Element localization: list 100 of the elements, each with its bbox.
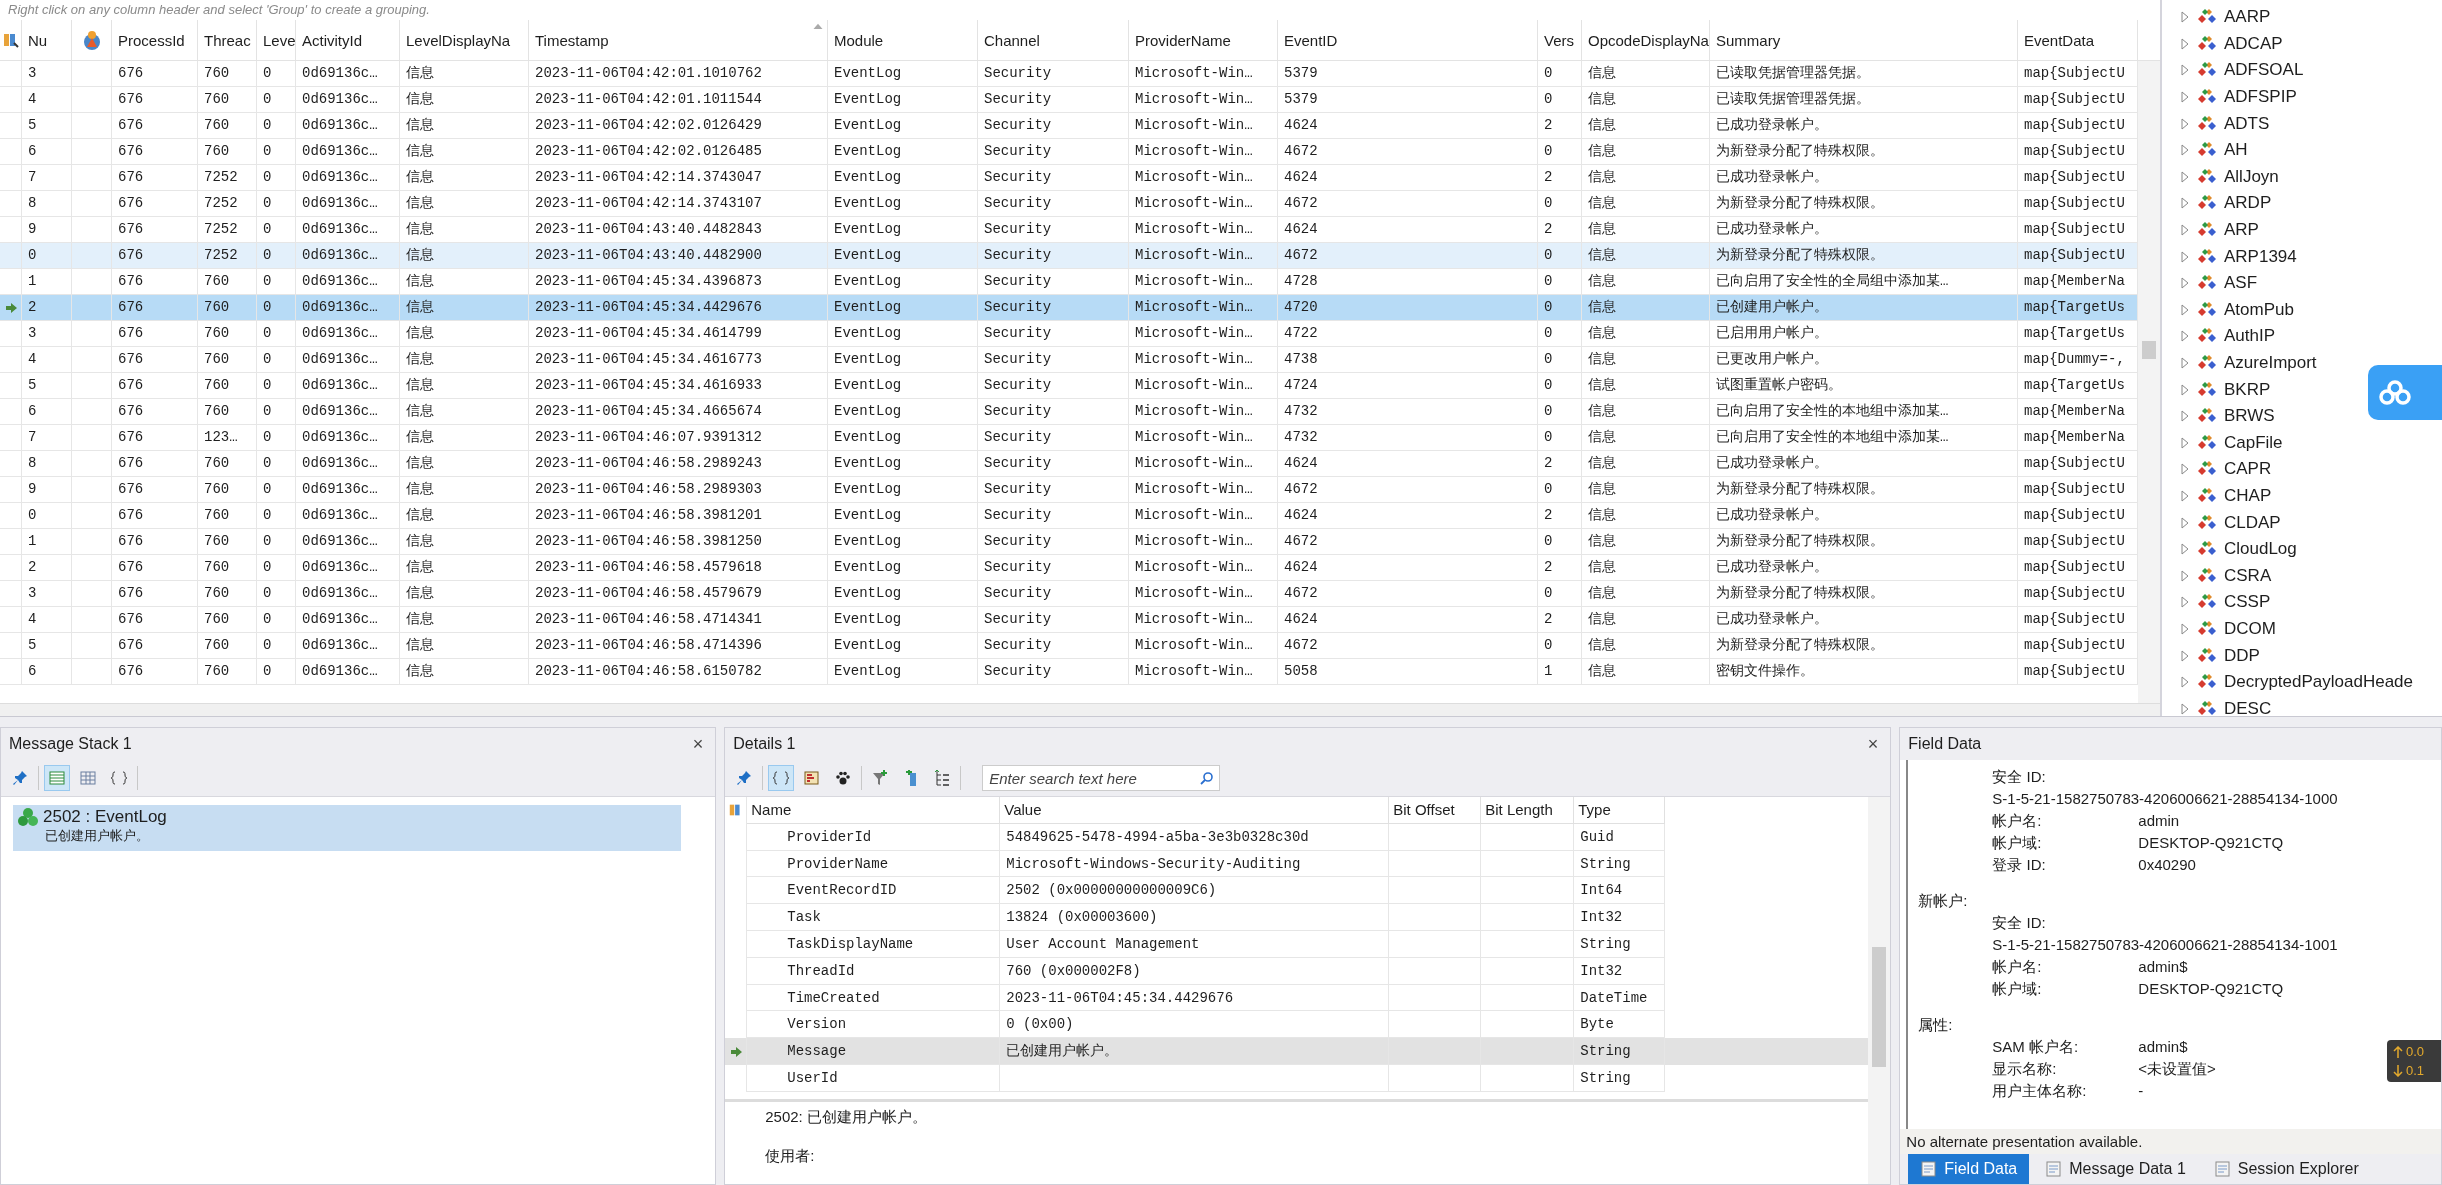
- expander-icon: [2180, 91, 2190, 104]
- column-header[interactable]: ActivityId: [296, 20, 400, 60]
- tree-item[interactable]: CHAP: [2180, 482, 2442, 510]
- tree-item[interactable]: CSRA: [2180, 562, 2442, 590]
- tree-item[interactable]: DESC: [2180, 695, 2442, 716]
- tree-item[interactable]: ADCAP: [2180, 30, 2442, 58]
- event-row[interactable]: 1 676 760 0 0d69136c… 信息 2023-11-06T04:46:58.3981250 EventLog Security Microsoft-Win… 4672 0 信息 为新登录分配了特殊权限。 map{SubjectU: [0, 529, 2138, 555]
- event-row[interactable]: 2 676 760 0 0d69136c… 信息 2023-11-06T04:46:58.4579618 EventLog Security Microsoft-Win… 4624 2 信息 已成功登录帐户。 map{SubjectU: [0, 555, 2138, 581]
- event-row[interactable]: 1 676 760 0 0d69136c… 信息 2023-11-06T04:45:34.4396873 EventLog Security Microsoft-Win… 4728 0 信息 已向启用了安全性的全局组中添加某… map{MemberNa: [0, 269, 2138, 295]
- column-header[interactable]: EventData: [2018, 20, 2138, 60]
- message-stack-item[interactable]: 2502 : EventLog 已创建用户帐户。: [13, 805, 681, 851]
- event-row[interactable]: 8 676 7252 0 0d69136c… 信息 2023-11-06T04:42:14.3743107 EventLog Security Microsoft-Win… 4672 0 信息 为新登录分配了特殊权限。 map{SubjectU: [0, 191, 2138, 217]
- column-header[interactable]: OpcodeDisplayNa: [1582, 20, 1710, 60]
- detail-row[interactable]: TaskDisplayName User Account Management String: [725, 931, 1869, 958]
- panel-tab[interactable]: Field Data: [1908, 1154, 2030, 1184]
- tree-item[interactable]: AuthIP: [2180, 323, 2442, 350]
- column-header[interactable]: Type: [1574, 797, 1666, 824]
- panel-tab[interactable]: Session Explorer: [2201, 1154, 2371, 1184]
- tree-item[interactable]: DDP: [2180, 642, 2442, 669]
- tree-item[interactable]: CapFile: [2180, 429, 2442, 457]
- table-cell: Message: [747, 1038, 1001, 1065]
- tree-item[interactable]: ARP: [2180, 216, 2442, 244]
- event-row[interactable]: 0 676 760 0 0d69136c… 信息 2023-11-06T04:46:58.3981201 EventLog Security Microsoft-Win… 4624 2 信息 已成功登录帐户。 map{SubjectU: [0, 503, 2138, 529]
- tree-item[interactable]: BKRP: [2180, 376, 2442, 403]
- event-row[interactable]: 5 676 760 0 0d69136c… 信息 2023-11-06T04:45:34.4616933 EventLog Security Microsoft-Win… 4724 0 信息 试图重置帐户密码。 map{TargetUs: [0, 373, 2138, 399]
- detail-row[interactable]: Task 13824 (0x00003600) Int32: [725, 904, 1869, 931]
- detail-row[interactable]: UserId String: [725, 1064, 1869, 1092]
- field-value: -: [2138, 1081, 2144, 1101]
- event-row[interactable]: 5 676 760 0 0d69136c… 信息 2023-11-06T04:46:58.4714396 EventLog Security Microsoft-Win… 4672 0 信息 为新登录分配了特殊权限。 map{SubjectU: [0, 633, 2138, 659]
- detail-row[interactable]: ThreadId 760 (0x000002F8) Int32: [725, 957, 1869, 985]
- event-row[interactable]: 5 676 760 0 0d69136c… 信息 2023-11-06T04:42:02.0126429 EventLog Security Microsoft-Win… 4624 2 信息 已成功登录帐户。 map{SubjectU: [0, 113, 2138, 139]
- tree-item[interactable]: DecryptedPayloadHeade: [2180, 668, 2442, 696]
- column-header[interactable]: Nu: [22, 20, 72, 60]
- column-header[interactable]: LevelDisplayNa: [400, 20, 529, 60]
- column-header[interactable]: Module: [828, 20, 978, 60]
- tree-item[interactable]: ADFSOAL: [2180, 57, 2442, 84]
- event-row[interactable]: 8 676 760 0 0d69136c… 信息 2023-11-06T04:46:58.2989243 EventLog Security Microsoft-Win… 4624 2 信息 已成功登录帐户。 map{SubjectU: [0, 451, 2138, 477]
- event-row[interactable]: 0 676 7252 0 0d69136c… 信息 2023-11-06T04:43:40.4482900 EventLog Security Microsoft-Win… 4672 0 信息 为新登录分配了特殊权限。 map{SubjectU: [0, 243, 2138, 269]
- event-row[interactable]: 3 676 760 0 0d69136c… 信息 2023-11-06T04:46:58.4579679 EventLog Security Microsoft-Win… 4672 0 信息 为新登录分配了特殊权限。 map{SubjectU: [0, 581, 2138, 607]
- column-header[interactable]: Vers: [1538, 20, 1582, 60]
- panel-title: Field Data: [1908, 735, 1982, 753]
- event-row[interactable]: 2 676 760 0 0d69136c… 信息 2023-11-06T04:45:34.4429676 EventLog Security Microsoft-Win… 4720 0 信息 已创建用户帐户。 map{TargetUs: [0, 295, 2138, 321]
- column-header[interactable]: Timestamp: [529, 20, 828, 60]
- event-row[interactable]: 4 676 760 0 0d69136c… 信息 2023-11-06T04:46:58.4714341 EventLog Security Microsoft-Win… 4624 2 信息 已成功登录帐户。 map{SubjectU: [0, 607, 2138, 633]
- floating-menu[interactable]: [2368, 365, 2442, 420]
- event-row[interactable]: 3 676 760 0 0d69136c… 信息 2023-11-06T04:45:34.4614799 EventLog Security Microsoft-Win… 4722 0 信息 已启用用户帐户。 map{TargetUs: [0, 321, 2138, 347]
- event-row[interactable]: 9 676 760 0 0d69136c… 信息 2023-11-06T04:46:58.2989303 EventLog Security Microsoft-Win… 4672 0 信息 为新登录分配了特殊权限。 map{SubjectU: [0, 477, 2138, 503]
- tree-item[interactable]: CAPR: [2180, 456, 2442, 483]
- column-header[interactable]: Name: [747, 797, 1001, 824]
- tree-item[interactable]: ADFSPIP: [2180, 83, 2442, 111]
- tree-item[interactable]: BRWS: [2180, 402, 2442, 430]
- column-header[interactable]: ProcessId: [112, 20, 198, 60]
- column-header[interactable]: ProviderName: [1129, 20, 1278, 60]
- vertical-scrollbar[interactable]: [2138, 61, 2160, 703]
- close-button[interactable]: ×: [1863, 733, 1883, 755]
- event-row[interactable]: 7 676 123… 0 0d69136c… 信息 2023-11-06T04:46:07.9391312 EventLog Security Microsoft-Win… 4732 0 信息 已向启用了安全性的本地组中添加某… map{MemberNa: [0, 425, 2138, 451]
- tree-item[interactable]: AllJoyn: [2180, 163, 2442, 191]
- event-row[interactable]: 9 676 7252 0 0d69136c… 信息 2023-11-06T04:43:40.4482843 EventLog Security Microsoft-Win… 4624 2 信息 已成功登录帐户。 map{SubjectU: [0, 217, 2138, 243]
- vertical-scrollbar[interactable]: [1868, 797, 1891, 1184]
- tree-item[interactable]: ASF: [2180, 269, 2442, 297]
- tree-item[interactable]: ARDP: [2180, 190, 2442, 217]
- tree-item-label: ARDP: [2224, 193, 2272, 214]
- column-header[interactable]: Threac: [198, 20, 257, 60]
- column-header[interactable]: EventID: [1278, 20, 1538, 60]
- event-row[interactable]: 4 676 760 0 0d69136c… 信息 2023-11-06T04:45:34.4616773 EventLog Security Microsoft-Win… 4738 0 信息 已更改用户帐户。 map{Dummy=-,: [0, 347, 2138, 373]
- event-row[interactable]: 6 676 760 0 0d69136c… 信息 2023-11-06T04:46:58.6150782 EventLog Security Microsoft-Win… 5058 1 信息 密钥文件操作。 map{SubjectU: [0, 659, 2138, 685]
- column-header[interactable]: Bit Offset: [1389, 797, 1482, 824]
- tree-item-label: CSRA: [2224, 565, 2272, 586]
- tree-item[interactable]: ADTS: [2180, 110, 2442, 137]
- field-value: admin$: [2138, 1037, 2188, 1057]
- tree-item[interactable]: AARP: [2180, 4, 2442, 31]
- column-header[interactable]: Channel: [978, 20, 1129, 60]
- tree-item[interactable]: CSSP: [2180, 589, 2442, 616]
- detail-row[interactable]: Message 已创建用户帐户。 String: [725, 1038, 1869, 1065]
- column-header[interactable]: Summary: [1710, 20, 2018, 60]
- event-row[interactable]: 4 676 760 0 0d69136c… 信息 2023-11-06T04:42:01.1011544 EventLog Security Microsoft-Win… 5379 0 信息 已读取凭据管理器凭据。 map{SubjectU: [0, 87, 2138, 113]
- detail-row[interactable]: EventRecordID 2502 (0x00000000000009C6) Int64: [725, 877, 1869, 905]
- event-row[interactable]: 7 676 7252 0 0d69136c… 信息 2023-11-06T04:42:14.3743047 EventLog Security Microsoft-Win… 4624 2 信息 已成功登录帐户。 map{SubjectU: [0, 165, 2138, 191]
- detail-row[interactable]: ProviderId 54849625-5478-4994-a5ba-3e3b0328c30d Guid: [725, 823, 1869, 851]
- column-header[interactable]: Bit Length: [1481, 797, 1575, 824]
- event-row[interactable]: 6 676 760 0 0d69136c… 信息 2023-11-06T04:42:02.0126485 EventLog Security Microsoft-Win… 4672 0 信息 为新登录分配了特殊权限。 map{SubjectU: [0, 139, 2138, 165]
- event-row[interactable]: 3 676 760 0 0d69136c… 信息 2023-11-06T04:42:01.1010762 EventLog Security Microsoft-Win… 5379 0 信息 已读取凭据管理器凭据。 map{SubjectU: [0, 61, 2138, 87]
- tree-item[interactable]: ARP1394: [2180, 243, 2442, 270]
- rows-toolbar-button[interactable]: [44, 765, 70, 791]
- detail-row[interactable]: ProviderName Microsoft-Windows-Security-Auditing String: [725, 850, 1869, 878]
- tree-item[interactable]: CLDAP: [2180, 509, 2442, 536]
- column-header[interactable]: Leve: [257, 20, 296, 60]
- search-field[interactable]: Enter search text here: [982, 765, 1221, 791]
- detail-row[interactable]: TimeCreated 2023-11-06T04:45:34.4429676 DateTime: [725, 984, 1869, 1012]
- event-row[interactable]: 6 676 760 0 0d69136c… 信息 2023-11-06T04:45:34.4665674 EventLog Security Microsoft-Win… 4732 0 信息 已向启用了安全性的本地组中添加某… map{MemberNa: [0, 399, 2138, 425]
- column-header[interactable]: Value: [1000, 797, 1390, 824]
- tree-item[interactable]: AtomPub: [2180, 296, 2442, 324]
- tree-item[interactable]: CloudLog: [2180, 535, 2442, 563]
- tree-item[interactable]: AzureImport: [2180, 349, 2442, 377]
- tree-item[interactable]: DCOM: [2180, 615, 2442, 643]
- panel-tab[interactable]: Message Data 1: [2033, 1154, 2198, 1184]
- close-button[interactable]: ×: [688, 733, 708, 755]
- braces-toolbar-button[interactable]: [768, 765, 795, 791]
- tree-item[interactable]: AH: [2180, 136, 2442, 164]
- horizontal-scrollbar[interactable]: [0, 703, 2160, 716]
